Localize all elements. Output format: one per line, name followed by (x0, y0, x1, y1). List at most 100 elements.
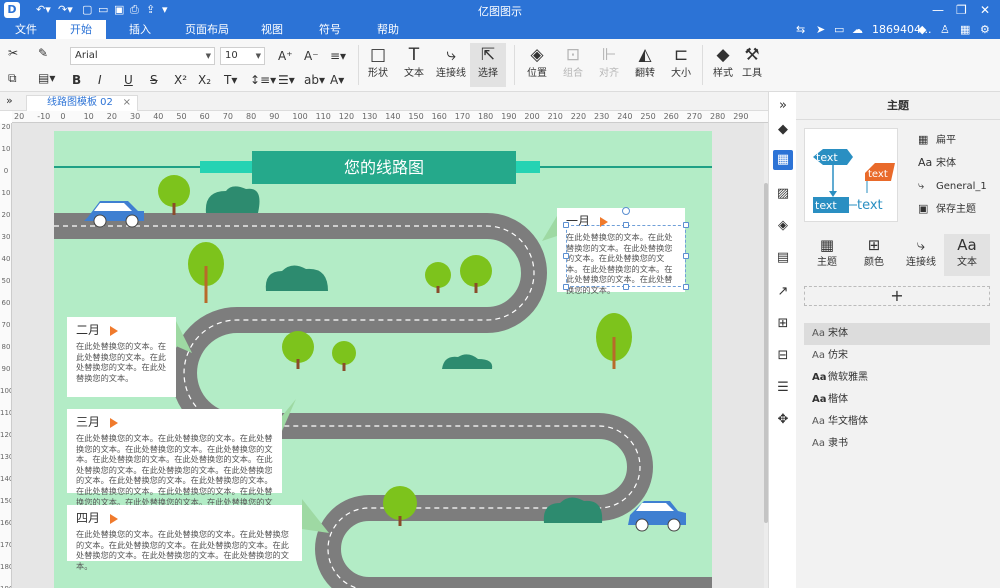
restore-icon[interactable]: ❐ (956, 2, 967, 18)
underline-icon[interactable]: U (124, 72, 133, 88)
theme-option-font[interactable]: Aa 宋体 (918, 155, 956, 172)
menu-page-layout[interactable]: 页面布局 (178, 20, 236, 39)
vip-icon[interactable]: ◆ (918, 22, 926, 37)
table-icon[interactable]: ⊞ (773, 314, 793, 334)
tools-button[interactable]: ⚒ 工具 (738, 43, 766, 87)
group-button[interactable]: ⊡ 组合 (558, 43, 588, 87)
paste-icon[interactable]: ▤▾ (38, 70, 55, 86)
cloud-icon[interactable]: ☁ (852, 22, 863, 37)
font-option[interactable]: Aa 隶书 (804, 433, 990, 455)
copy-icon[interactable]: ⧉ (8, 70, 17, 86)
apps-icon[interactable]: ▦ (960, 22, 970, 37)
menu-insert[interactable]: 插入 (118, 20, 162, 39)
menu-home[interactable]: 开始 (56, 20, 106, 39)
subscript-icon[interactable]: X₂ (198, 72, 211, 88)
superscript-icon[interactable]: X² (174, 72, 187, 88)
line-spacing-icon[interactable]: ↕≡▾ (250, 72, 276, 88)
highlight-icon[interactable]: ab▾ (304, 72, 325, 88)
document-tab[interactable]: 线路图模板 02 × (26, 95, 138, 111)
arrow-icon (110, 513, 119, 524)
position-button[interactable]: ◈ 位置 (520, 43, 554, 87)
tab-text[interactable]: Aa 文本 (944, 234, 990, 276)
menu-file[interactable]: 文件 (8, 20, 44, 39)
close-tab-icon[interactable]: × (123, 96, 131, 110)
chart-icon[interactable]: ↗ (773, 282, 793, 302)
send-icon[interactable]: ➤ (816, 22, 825, 37)
close-icon[interactable]: ✕ (980, 2, 990, 18)
tab-label: 颜色 (864, 257, 884, 268)
font-option[interactable]: Aa 微软雅黑 (804, 367, 990, 389)
font-option[interactable]: Aa 宋体 (804, 323, 990, 345)
collapse-panel-icon[interactable]: » (773, 96, 793, 116)
shape-button[interactable]: □ 形状 (362, 43, 394, 87)
card-april[interactable]: 四月 在此处替换您的文本。在此处替换您的文本。在此处替换您的文本。在此处替换您的… (67, 505, 302, 571)
tab-color[interactable]: ⊞ 颜色 (851, 234, 897, 276)
format-painter-icon[interactable]: ✎ (38, 45, 48, 61)
increase-font-icon[interactable]: A⁺ (278, 48, 293, 64)
connector-button[interactable]: ⤷ 连接线 (432, 43, 470, 87)
shirt-icon[interactable]: ♙ (940, 22, 950, 37)
add-theme-button[interactable]: + (804, 286, 990, 306)
theme-icon[interactable]: ▦ (773, 150, 793, 170)
font-color-icon[interactable]: A▾ (330, 72, 344, 88)
menu-help[interactable]: 帮助 (368, 20, 408, 39)
font-option[interactable]: Aa 楷体 (804, 389, 990, 411)
resize-handle[interactable] (683, 284, 689, 290)
resize-handle[interactable] (683, 222, 689, 228)
roadmap-title[interactable]: 您的线路图 (252, 151, 516, 184)
card-march[interactable]: 三月 在此处替换您的文本。在此处替换您的文本。在此处替换您的文本。在此处替换您的… (67, 409, 282, 528)
image-icon[interactable]: ▨ (773, 184, 793, 204)
page-icon[interactable]: ▤ (773, 248, 793, 268)
share-icon[interactable]: ⇆ (796, 22, 805, 37)
tab-theme[interactable]: ▦ 主题 (804, 234, 850, 276)
size-button[interactable]: ⊏ 大小 (666, 43, 696, 87)
settings-icon[interactable]: ⚙ (980, 22, 990, 37)
decrease-font-icon[interactable]: A⁻ (304, 48, 319, 64)
save-theme-button[interactable]: ▣ 保存主题 (918, 201, 976, 218)
comment-icon[interactable]: ▭ (834, 22, 844, 37)
flip-button[interactable]: ◭ 翻转 (630, 43, 660, 87)
text-direction-icon[interactable]: T▾ (224, 72, 237, 88)
style-button[interactable]: ◆ 样式 (708, 43, 738, 87)
rotate-handle[interactable] (622, 207, 630, 215)
align-button[interactable]: ⊩ 对齐 (594, 43, 624, 87)
select-button[interactable]: ⇱ 选择 (470, 43, 506, 87)
minimize-icon[interactable]: — (932, 2, 944, 18)
resize-handle[interactable] (563, 284, 569, 290)
font-option[interactable]: Aa 仿宋 (804, 345, 990, 367)
org-icon[interactable]: ⊟ (773, 346, 793, 366)
text-button[interactable]: T 文本 (398, 43, 430, 87)
layers-panel-icon[interactable]: ◈ (773, 216, 793, 236)
resize-handle[interactable] (563, 253, 569, 259)
fill-icon[interactable]: ◆ (773, 120, 793, 140)
resize-handle[interactable] (563, 222, 569, 228)
diagram-canvas[interactable]: 您的线路图 一月 在此处替换您的文本。在此处替换您的文本。在此处替换您的文本。在… (54, 131, 712, 588)
font-option[interactable]: Aa 华文楷体 (804, 411, 990, 433)
tab-connector[interactable]: ⤷ 连接线 (898, 234, 944, 276)
font-size-select[interactable]: 10 ▼ (220, 47, 265, 65)
cut-icon[interactable]: ✂ (8, 45, 18, 61)
format-icon[interactable]: ☰ (773, 378, 793, 398)
theme-preview[interactable]: text text text text (804, 128, 898, 222)
menu-view[interactable]: 视图 (252, 20, 292, 39)
shape-label: 形状 (368, 68, 388, 79)
resize-handle[interactable] (623, 284, 629, 290)
map-icon[interactable]: ✥ (773, 410, 793, 430)
expand-library-icon[interactable]: » (6, 94, 13, 107)
divider (702, 45, 703, 85)
card-text[interactable]: 在此处替换您的文本。在此处替换您的文本。在此处替换您的文本。在此处替换您的文本。 (76, 341, 167, 383)
font-family-select[interactable]: Arial ▼ (70, 47, 215, 65)
card-february[interactable]: 二月 在此处替换您的文本。在此处替换您的文本。在此处替换您的文本。在此处替换您的… (67, 317, 176, 397)
menu-symbols[interactable]: 符号 (310, 20, 350, 39)
bold-icon[interactable]: B (72, 72, 81, 88)
selection-frame[interactable] (566, 225, 686, 287)
italic-icon[interactable]: I (98, 72, 102, 88)
align-icon[interactable]: ≡▾ (330, 48, 346, 64)
strikethrough-icon[interactable]: S (150, 72, 158, 88)
theme-option-connector[interactable]: ⤷ General_1 (918, 178, 987, 195)
card-text[interactable]: 在此处替换您的文本。在此处替换您的文本。在此处替换您的文本。在此处替换您的文本。… (76, 529, 293, 571)
bullets-icon[interactable]: ☰▾ (278, 72, 295, 88)
resize-handle[interactable] (623, 222, 629, 228)
theme-option-flat[interactable]: ▦ 扁平 (918, 132, 956, 149)
resize-handle[interactable] (683, 253, 689, 259)
